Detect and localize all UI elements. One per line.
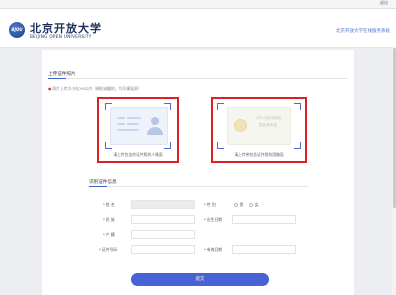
radio-icon (234, 202, 238, 207)
gender-option-label: 男 (239, 201, 244, 207)
birth-date-input[interactable] (232, 215, 296, 224)
front-upload-caption: 请上传包含的证件照的人像面 (113, 152, 163, 157)
scrollbar-thumb[interactable] (392, 48, 396, 208)
back-card-text: 居民身份证 (259, 123, 277, 127)
required-mark: * (103, 217, 105, 222)
id-front-illustration-icon (110, 107, 168, 145)
national-emblem-icon (234, 119, 247, 132)
ethnicity-input[interactable] (131, 215, 195, 224)
portrait-body (147, 127, 163, 135)
university-logo-icon: BJOU (9, 22, 25, 38)
validity-label-text: 有效日期 (206, 247, 223, 252)
card-line (127, 123, 139, 125)
gender-radio-group: 男 女 (234, 202, 263, 208)
logo-english-name: BEIJING OPEN UNIVERSITY (30, 34, 92, 39)
upload-section-underline (48, 77, 66, 79)
upload-hint-text: 照片上传大小在2M以内（横拍或翻拍，均可横竖屏） (52, 86, 142, 91)
card-line (117, 129, 139, 131)
required-mark: * (204, 217, 206, 222)
site-title: 北京开放大学在线服务系统 (336, 29, 390, 34)
birth-date-label-text: 出生日期 (206, 217, 223, 222)
card-line (127, 117, 141, 119)
id-number-label: *证件号码 (99, 247, 117, 253)
upload-hint: ●照片上传大小在2M以内（横拍或翻拍，均可横竖屏） (48, 86, 142, 92)
id-number-input[interactable] (131, 245, 195, 254)
household-input[interactable] (131, 230, 195, 239)
corner-mark (294, 103, 301, 110)
id-back-upload[interactable]: 中华人民共和国 居民身份证 请上传带包含证件照的国徽面 (211, 97, 307, 163)
id-front-upload[interactable]: 请上传包含的证件照的人像面 (97, 97, 179, 163)
household-label-text: 户 籍 (105, 232, 115, 237)
id-number-label-text: 证件号码 (101, 247, 118, 252)
upload-section-title: 上传证件照片 (48, 72, 76, 77)
portrait-head (151, 117, 159, 125)
hint-dot: ● (48, 86, 52, 91)
logo-mark: BJOU (11, 27, 23, 32)
gender-option-male[interactable]: 男 (234, 202, 243, 208)
top-bar: 退出 (0, 0, 396, 9)
info-section-title: 识别证件信息 (89, 180, 117, 185)
radio-icon (249, 202, 254, 207)
validity-input[interactable] (232, 245, 296, 254)
name-input[interactable] (131, 200, 195, 209)
corner-mark (217, 103, 224, 110)
id-back-illustration-icon: 中华人民共和国 居民身份证 (227, 107, 291, 145)
name-label-text: 姓 名 (105, 202, 115, 207)
required-mark: * (103, 232, 105, 237)
corner-mark (217, 142, 224, 149)
required-mark: * (103, 202, 105, 207)
required-mark: * (204, 202, 206, 207)
upload-section-divider (48, 78, 348, 79)
gender-label: *性 别 (204, 202, 216, 208)
household-label: *户 籍 (103, 232, 115, 238)
site-header: BJOU 北京开放大学 BEIJING OPEN UNIVERSITY 北京开放… (0, 9, 396, 48)
ethnicity-label-text: 民 族 (105, 217, 115, 222)
submit-button[interactable]: 提交 (131, 273, 269, 286)
card-line (117, 117, 125, 119)
back-card-text: 中华人民共和国 (255, 116, 281, 120)
required-mark: * (99, 247, 101, 252)
gender-label-text: 性 别 (206, 202, 216, 207)
info-section-divider (89, 186, 309, 187)
ethnicity-label: *民 族 (103, 217, 115, 223)
birth-date-label: *出生日期 (204, 217, 222, 223)
logout-link[interactable]: 退出 (380, 0, 388, 6)
validity-label: *有效日期 (204, 247, 222, 253)
required-mark: * (204, 247, 206, 252)
info-section-underline (89, 185, 107, 187)
name-label: *姓 名 (103, 202, 115, 208)
gender-option-label: 女 (254, 201, 259, 207)
gender-option-female[interactable]: 女 (249, 201, 259, 208)
back-upload-caption: 请上传带包含证件照的国徽面 (234, 152, 284, 157)
card-line (117, 123, 125, 125)
corner-mark (294, 142, 301, 149)
